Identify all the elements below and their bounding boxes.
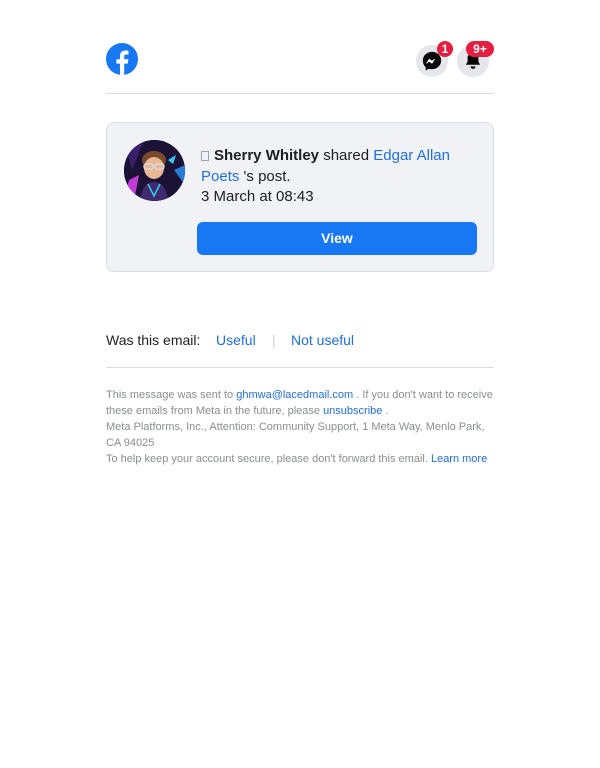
useful-link[interactable]: Useful [216,332,256,348]
email-footer: This message was sent to ghmwa@lacedmail… [106,387,496,467]
sent-to-text: This message was sent to [106,389,234,401]
email-header: 1 9+ [106,0,494,94]
notifications-badge: 9+ [466,41,494,57]
verb-text: shared [323,147,370,164]
unsubscribe-suffix: . [385,405,389,417]
view-button[interactable]: View [197,222,477,255]
feedback-question: Was this email: [106,332,201,348]
avatar-image [124,140,185,201]
recipient-email-link[interactable]: ghmwa@lacedmail.com [236,389,353,401]
footer-security: To help keep your account secure, please… [106,451,496,467]
notification-card: Sherry Whitley shared Edgar Allan Poets … [106,122,494,272]
broken-image-icon [201,151,209,161]
facebook-logo-icon[interactable] [106,43,138,75]
footer-address: Meta Platforms, Inc., Attention: Communi… [106,421,485,449]
learn-more-link[interactable]: Learn more [431,453,487,465]
feedback-separator: | [272,332,276,348]
unsubscribe-link[interactable]: unsubscribe [323,405,382,417]
messenger-badge: 1 [437,41,453,57]
timestamp: 3 March at 08:43 [201,188,314,205]
object-text: 's post. [243,168,291,185]
feedback-row: Was this email: Useful | Not useful [106,330,494,368]
email-container: 1 9+ Sherry Whitley shared Edgar Allan P… [106,0,494,465]
avatar[interactable] [124,140,185,201]
actor-name[interactable]: Sherry Whitley [214,147,319,164]
footer-sent-to: This message was sent to ghmwa@lacedmail… [106,387,496,419]
security-note: To help keep your account secure, please… [106,453,428,465]
not-useful-link[interactable]: Not useful [291,332,354,348]
notification-text: Sherry Whitley shared Edgar Allan Poets … [201,145,481,187]
